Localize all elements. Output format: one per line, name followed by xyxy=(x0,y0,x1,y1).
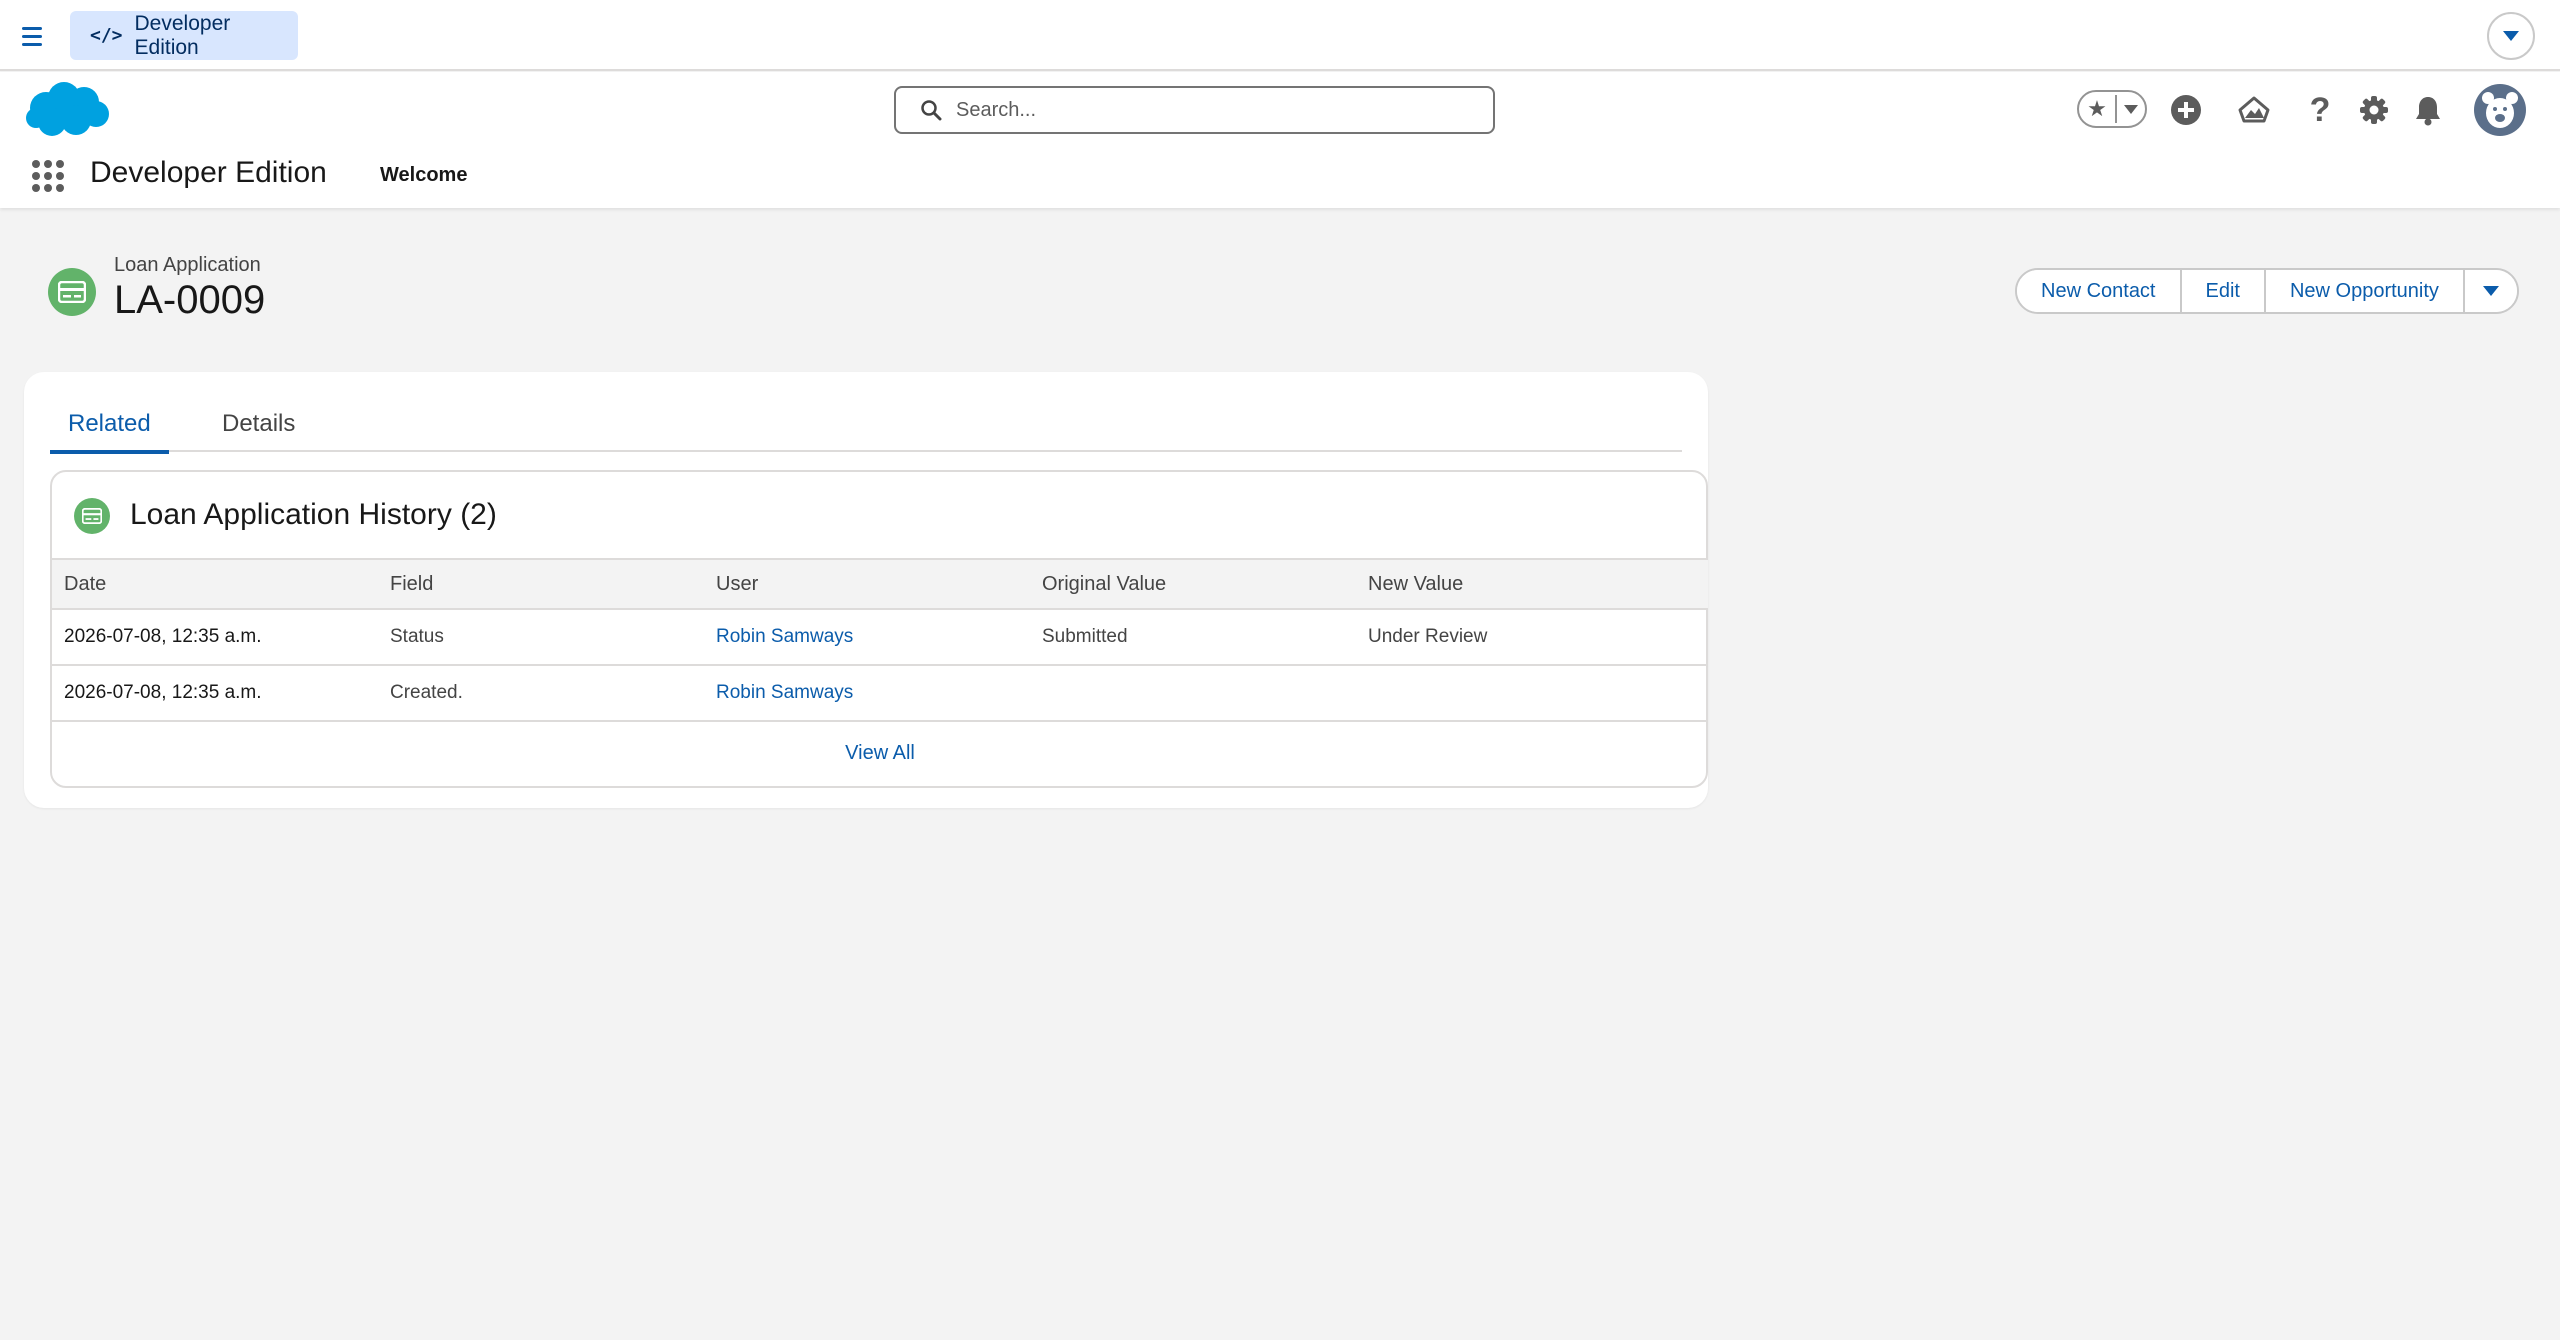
record-detail-card: Related Details Loan Application History… xyxy=(24,372,1708,808)
utility-dropdown-button[interactable] xyxy=(2487,12,2535,60)
favorites-dropdown[interactable] xyxy=(2117,104,2145,114)
avatar[interactable] xyxy=(2474,84,2526,136)
add-icon xyxy=(2171,95,2201,125)
column-header-original-value: Original Value xyxy=(1042,572,1167,595)
new-opportunity-button[interactable]: New Opportunity xyxy=(2265,270,2465,312)
column-header-field: Field xyxy=(390,572,434,595)
org-label: Developer Edition xyxy=(134,11,231,59)
chevron-down-icon xyxy=(2503,31,2519,41)
favorites-button[interactable]: ★ xyxy=(2077,90,2147,128)
table-header: Date Field User Original Value New Value xyxy=(52,560,1708,610)
setup-button[interactable] xyxy=(2356,90,2392,130)
column-header-user: User xyxy=(716,572,759,595)
menu-icon[interactable] xyxy=(22,22,50,50)
app-name: Developer Edition xyxy=(90,156,327,189)
nav-tab-welcome[interactable]: Welcome xyxy=(380,164,467,187)
notifications-button[interactable] xyxy=(2410,90,2446,130)
loan-application-icon xyxy=(48,268,96,316)
help-icon[interactable]: ? xyxy=(2302,90,2338,130)
record-action-buttons: New Contact Edit New Opportunity xyxy=(2015,268,2519,314)
edit-button[interactable]: Edit xyxy=(2181,270,2266,312)
column-header-date: Date xyxy=(64,572,107,595)
chevron-down-icon xyxy=(2124,104,2138,114)
cell-field: Created. xyxy=(390,682,463,703)
loan-application-icon xyxy=(74,498,110,534)
related-list-container: Loan Application History (2) Date Field … xyxy=(50,470,1708,788)
cell-date: 2026-07-08, 12:35 a.m. xyxy=(64,682,262,703)
cell-original-value: Submitted xyxy=(1042,626,1128,647)
bell-icon xyxy=(2416,97,2440,126)
cell-new-value: Under Review xyxy=(1368,626,1488,647)
chevron-down-icon xyxy=(2482,286,2499,296)
table-row: 2026-07-08, 12:35 a.m. Created. Robin Sa… xyxy=(52,666,1708,722)
record-card-icon xyxy=(58,281,86,303)
global-search[interactable] xyxy=(894,86,1495,134)
user-avatar-icon xyxy=(2482,92,2518,128)
app-launcher-icon[interactable] xyxy=(32,160,64,192)
history-table: Date Field User Original Value New Value… xyxy=(52,558,1708,722)
new-contact-button[interactable]: New Contact xyxy=(2017,270,2182,312)
record-tabs: Related Details xyxy=(50,400,1682,454)
star-icon: ★ xyxy=(2087,96,2107,121)
more-actions-button[interactable] xyxy=(2464,270,2517,312)
tab-related[interactable]: Related xyxy=(50,400,169,454)
tab-details[interactable]: Details xyxy=(204,400,313,450)
record-object-type: Loan Application xyxy=(114,254,261,276)
global-actions-button[interactable] xyxy=(2166,90,2206,130)
table-row: 2026-07-08, 12:35 a.m. Status Robin Samw… xyxy=(52,610,1708,666)
related-list-title[interactable]: Loan Application History (2) xyxy=(130,498,497,532)
related-list-card: Loan Application History (2) Date Field … xyxy=(50,470,1708,788)
trailhead-button[interactable] xyxy=(2234,90,2274,130)
record-card-icon xyxy=(82,508,102,524)
cell-field: Status xyxy=(390,626,444,647)
search-icon xyxy=(921,100,942,121)
column-header-new-value: New Value xyxy=(1368,572,1464,595)
view-all-link[interactable]: View All xyxy=(52,742,1708,765)
utility-bar: </> Developer Edition xyxy=(0,0,2560,71)
search-input[interactable] xyxy=(956,98,1476,122)
cell-date: 2026-07-08, 12:35 a.m. xyxy=(64,626,262,647)
salesforce-logo[interactable] xyxy=(22,78,112,142)
cell-user-link[interactable]: Robin Samways xyxy=(704,682,1030,704)
org-switcher[interactable]: </> Developer Edition xyxy=(70,11,298,60)
global-header: ★ ? xyxy=(0,72,2560,208)
record-title: LA-0009 xyxy=(114,278,266,322)
code-icon: </> xyxy=(90,25,123,46)
cell-user-link[interactable]: Robin Samways xyxy=(704,626,1030,648)
gear-icon xyxy=(2360,96,2388,124)
trailhead-icon xyxy=(2238,96,2270,123)
